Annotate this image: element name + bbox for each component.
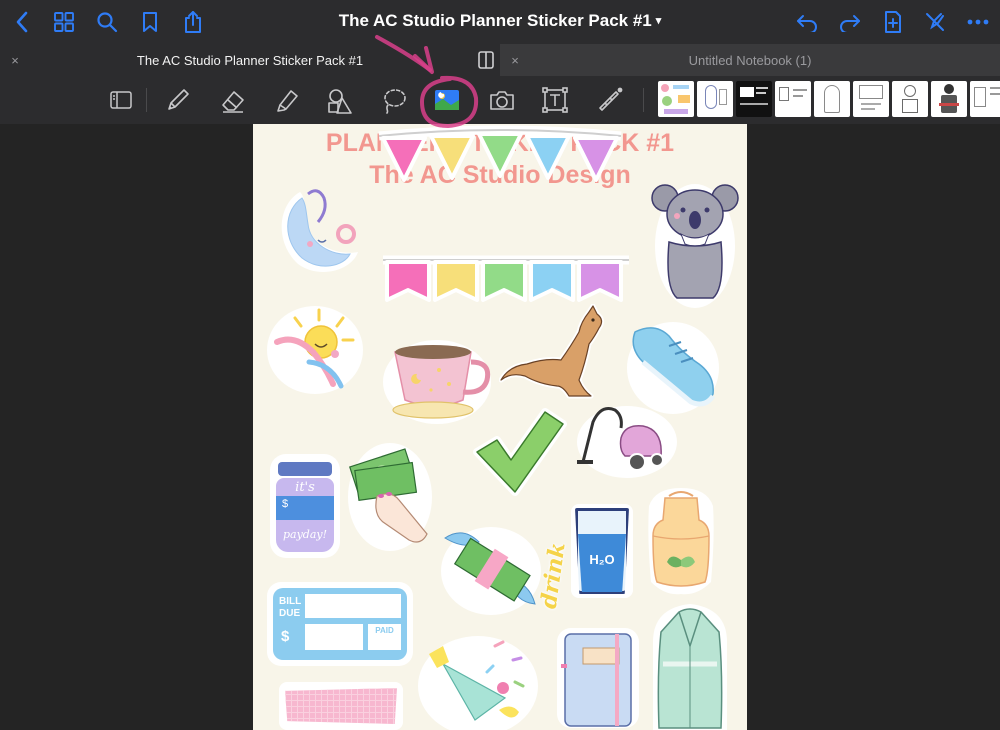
jar-text-top: it's — [295, 480, 315, 495]
party-confetti-sticker[interactable] — [415, 628, 541, 730]
flag-garland-sticker[interactable] — [381, 252, 631, 308]
notebook-sticker[interactable] — [555, 626, 641, 730]
jar-lid — [278, 462, 332, 476]
bathrobe-sticker[interactable] — [649, 602, 731, 730]
bill-amount-field — [305, 624, 363, 650]
bill-label-line1: BILL — [279, 596, 302, 607]
money-hand-sticker[interactable] — [347, 442, 433, 552]
bill-due-field — [305, 594, 401, 618]
moon-sticker[interactable] — [270, 182, 366, 282]
water-label: H₂O — [589, 552, 615, 567]
water-glass-sticker[interactable]: H₂O — [571, 504, 633, 598]
sun-sticker[interactable] — [265, 304, 365, 396]
washi-tape-sticker[interactable] — [279, 682, 403, 730]
washi-tape-strip — [285, 688, 397, 724]
jar-dollar-sign: $ — [282, 498, 289, 510]
drink-word: drink — [535, 540, 571, 611]
apron-sticker[interactable] — [645, 486, 717, 598]
checkmark-sticker[interactable] — [471, 406, 567, 498]
sticker-sheet-page[interactable]: PLANNER STICKER PACK #1 The AC Studio De… — [253, 124, 747, 730]
payday-jar-sticker[interactable]: it's $ payday! — [270, 454, 340, 558]
kangaroo-sticker[interactable] — [499, 304, 615, 406]
bill-due-sticker[interactable]: BILL DUE $ PAID — [267, 582, 413, 666]
drink-lettering-sticker[interactable]: drink — [535, 516, 575, 616]
flying-money-sticker[interactable] — [439, 524, 543, 618]
document-canvas[interactable]: PLANNER STICKER PACK #1 The AC Studio De… — [0, 124, 1000, 730]
vacuum-cleaner-sticker[interactable] — [575, 400, 679, 480]
pink-annotation-overlay — [375, 35, 479, 129]
koala-sticker[interactable] — [651, 176, 739, 308]
bill-paid-label: PAID — [375, 626, 394, 635]
jar-text-bottom: payday! — [282, 528, 328, 541]
bill-dollar-sign: $ — [281, 628, 290, 645]
bill-label-line2: DUE — [279, 608, 301, 619]
